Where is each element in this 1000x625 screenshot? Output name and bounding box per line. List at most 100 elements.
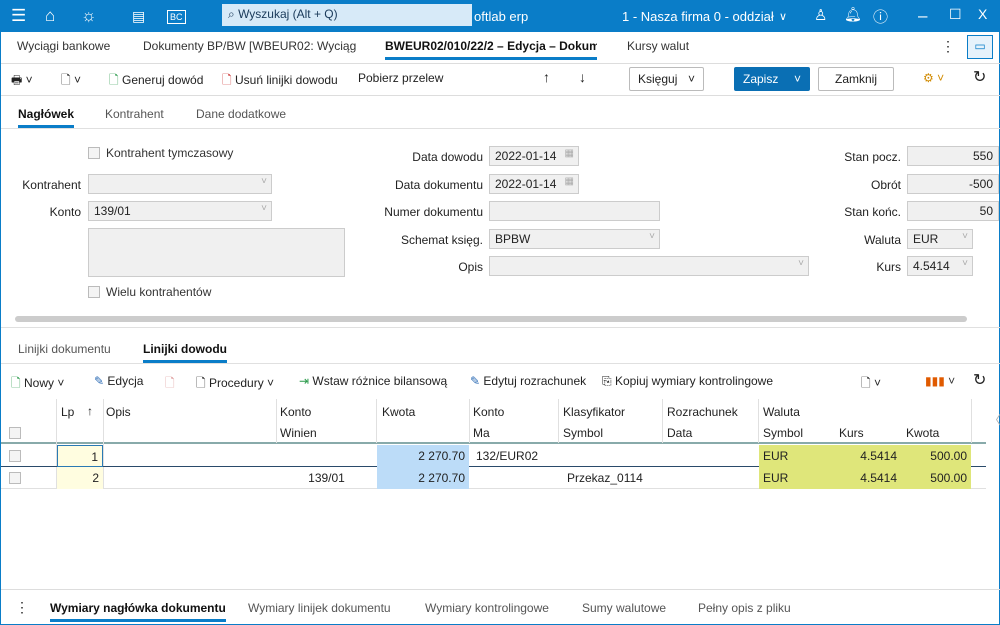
- col-konto[interactable]: Konto: [280, 405, 311, 419]
- col-w-kwota[interactable]: Kwota: [906, 426, 939, 440]
- cell-lp[interactable]: 1: [57, 445, 103, 467]
- cell-ma[interactable]: [472, 467, 562, 489]
- generate-button[interactable]: 🗋 Generuj dowód: [109, 71, 203, 92]
- cell-ma[interactable]: 132/EUR02: [472, 445, 562, 467]
- cell-w-kurs[interactable]: 4.5414: [835, 445, 901, 467]
- copy-dims-button[interactable]: ⎘ Kopiuj wymiary kontrolingowe: [602, 374, 773, 389]
- cell-w-kurs[interactable]: 4.5414: [835, 467, 901, 489]
- chart-icon[interactable]: ▮▮▮ ˅: [925, 374, 955, 388]
- cell-winien[interactable]: 139/01: [277, 467, 376, 489]
- select-all-checkbox[interactable]: [9, 427, 21, 439]
- close-icon[interactable]: X: [978, 6, 987, 22]
- minimize-icon[interactable]: –: [918, 6, 927, 26]
- col-w-symbol[interactable]: Symbol: [763, 426, 803, 440]
- refresh-icon[interactable]: ↻: [973, 67, 986, 87]
- tab-documents[interactable]: Dokumenty BP/BW [WBEUR02: Wyciąg: [143, 39, 368, 53]
- scheme-select[interactable]: BPBW ˅: [489, 229, 660, 249]
- tab-rates[interactable]: Kursy walut: [627, 39, 689, 53]
- col-symbol[interactable]: Symbol: [563, 426, 603, 440]
- proof-date-field[interactable]: 2022-01-14 ▦: [489, 146, 579, 166]
- doc-date-field[interactable]: 2022-01-14 ▦: [489, 174, 579, 194]
- col-klasyfikator[interactable]: Klasyfikator: [563, 405, 625, 419]
- bottom-tab-full-desc[interactable]: Pełny opis z pliku: [698, 601, 791, 615]
- calendar-icon[interactable]: ▦: [565, 176, 574, 187]
- col-lp[interactable]: Lp: [61, 405, 74, 419]
- save-button[interactable]: Zapisz ˅: [734, 67, 810, 91]
- cell-symbol[interactable]: [563, 445, 662, 467]
- arrow-up-icon[interactable]: ↑: [543, 69, 550, 85]
- row-checkbox[interactable]: [9, 450, 21, 462]
- col-rozrachunek[interactable]: Rozrachunek: [667, 405, 738, 419]
- cell-symbol[interactable]: Przekaz_0114: [563, 467, 662, 489]
- arrow-down-icon[interactable]: ↓: [579, 69, 586, 85]
- bottom-tab-currency-sums[interactable]: Sumy walutowe: [582, 601, 666, 615]
- cell-w-kwota[interactable]: 500.00: [901, 467, 971, 489]
- delete-icon[interactable]: 🗋: [165, 374, 175, 395]
- section-header[interactable]: Nagłówek: [18, 107, 75, 128]
- chevron-left-icon[interactable]: 〈: [989, 411, 1000, 428]
- desc-select[interactable]: ˅: [489, 256, 809, 276]
- cell-data[interactable]: [663, 445, 758, 467]
- col-konto-ma[interactable]: Konto: [473, 405, 504, 419]
- cell-w-symbol[interactable]: EUR: [759, 467, 835, 489]
- multi-contractors-checkbox[interactable]: [88, 286, 100, 298]
- cell-kwota[interactable]: 2 270.70: [377, 445, 469, 467]
- horizontal-scrollbar[interactable]: [15, 316, 967, 322]
- splitter[interactable]: [1, 589, 1000, 590]
- doc-number-field[interactable]: [489, 201, 660, 221]
- row-checkbox[interactable]: [9, 472, 21, 484]
- rate-select[interactable]: 4.5414 ˅: [907, 256, 973, 276]
- account-select[interactable]: 139/01 ˅: [88, 201, 272, 221]
- menu-icon[interactable]: ☰: [11, 6, 26, 26]
- col-kwota[interactable]: Kwota: [382, 405, 415, 419]
- refresh-icon[interactable]: ↻: [973, 370, 986, 390]
- col-data[interactable]: Data: [667, 426, 692, 440]
- chevron-down-icon[interactable]: ∨: [779, 10, 787, 23]
- insert-diff-button[interactable]: ⇥ Wstaw różnice bilansową: [299, 374, 447, 388]
- cell-opis[interactable]: [104, 445, 276, 467]
- bottom-tab-line-dims[interactable]: Wymiary linijek dokumentu: [248, 601, 391, 615]
- cell-w-symbol[interactable]: EUR: [759, 445, 835, 467]
- cell-opis[interactable]: [104, 467, 276, 489]
- more-icon[interactable]: ⋮: [941, 38, 955, 55]
- more-icon[interactable]: ⋮: [15, 599, 29, 616]
- tab-edit[interactable]: BWEUR02/010/22/2 – Edycja – Dokum: [385, 39, 597, 60]
- section-extra[interactable]: Dane dodatkowe: [196, 107, 286, 121]
- temp-contractor-checkbox[interactable]: [88, 147, 100, 159]
- user-icon[interactable]: ♙: [814, 6, 827, 24]
- home-icon[interactable]: ⌂: [45, 6, 55, 26]
- tab-document-lines[interactable]: Linijki dokumentu: [18, 342, 111, 356]
- bottom-tab-control-dims[interactable]: Wymiary kontrolingowe: [425, 601, 549, 615]
- lightbulb-icon[interactable]: ☼: [81, 6, 97, 26]
- edit-settlement-button[interactable]: ✎ Edytuj rozrachunek: [470, 374, 586, 388]
- col-opis[interactable]: Opis: [106, 405, 131, 419]
- col-waluta[interactable]: Waluta: [763, 405, 800, 419]
- procedures-button[interactable]: 🗋 Procedury ˅: [196, 374, 274, 395]
- edit-button[interactable]: ✎ Edycja: [94, 374, 143, 388]
- tab-statements[interactable]: Wyciągi bankowe: [17, 39, 110, 53]
- company-selector[interactable]: 1 - Nasza firma 0 - oddział: [622, 9, 774, 24]
- settings-icon[interactable]: ⚙ ˅: [923, 71, 944, 85]
- close-button[interactable]: Zamknij: [818, 67, 894, 91]
- news-icon[interactable]: ▤: [132, 8, 145, 25]
- export-icon[interactable]: 🗋 ˅: [861, 374, 881, 395]
- cell-winien[interactable]: [277, 445, 376, 467]
- fetch-transfer-button[interactable]: Pobierz przelew: [358, 71, 443, 85]
- col-winien[interactable]: Winien: [280, 426, 317, 440]
- doc-settings-icon[interactable]: 🗋 ˅: [61, 71, 81, 92]
- help-icon[interactable]: ⓘ: [873, 6, 888, 27]
- col-ma[interactable]: Ma: [473, 426, 490, 440]
- bottom-tab-header-dims[interactable]: Wymiary nagłówka dokumentu: [50, 601, 226, 622]
- post-dropdown[interactable]: Księguj ˅: [629, 67, 704, 91]
- chat-icon[interactable]: ▭: [967, 35, 993, 59]
- new-button[interactable]: 🗋 Nowy ˅: [11, 374, 64, 395]
- cell-kwota[interactable]: 2 270.70: [377, 467, 469, 489]
- table-row[interactable]: 2 139/01 2 270.70 Przekaz_0114 EUR 4.541…: [1, 467, 986, 489]
- col-w-kurs[interactable]: Kurs: [839, 426, 864, 440]
- calendar-icon[interactable]: ▦: [565, 148, 574, 159]
- remove-lines-button[interactable]: 🗋 Usuń linijki dowodu: [222, 71, 338, 92]
- maximize-icon[interactable]: ☐: [949, 6, 962, 23]
- sort-up-icon[interactable]: ↑: [87, 404, 93, 418]
- bell-icon[interactable]: 🔔︎: [844, 6, 862, 23]
- contractor-select[interactable]: ˅: [88, 174, 272, 194]
